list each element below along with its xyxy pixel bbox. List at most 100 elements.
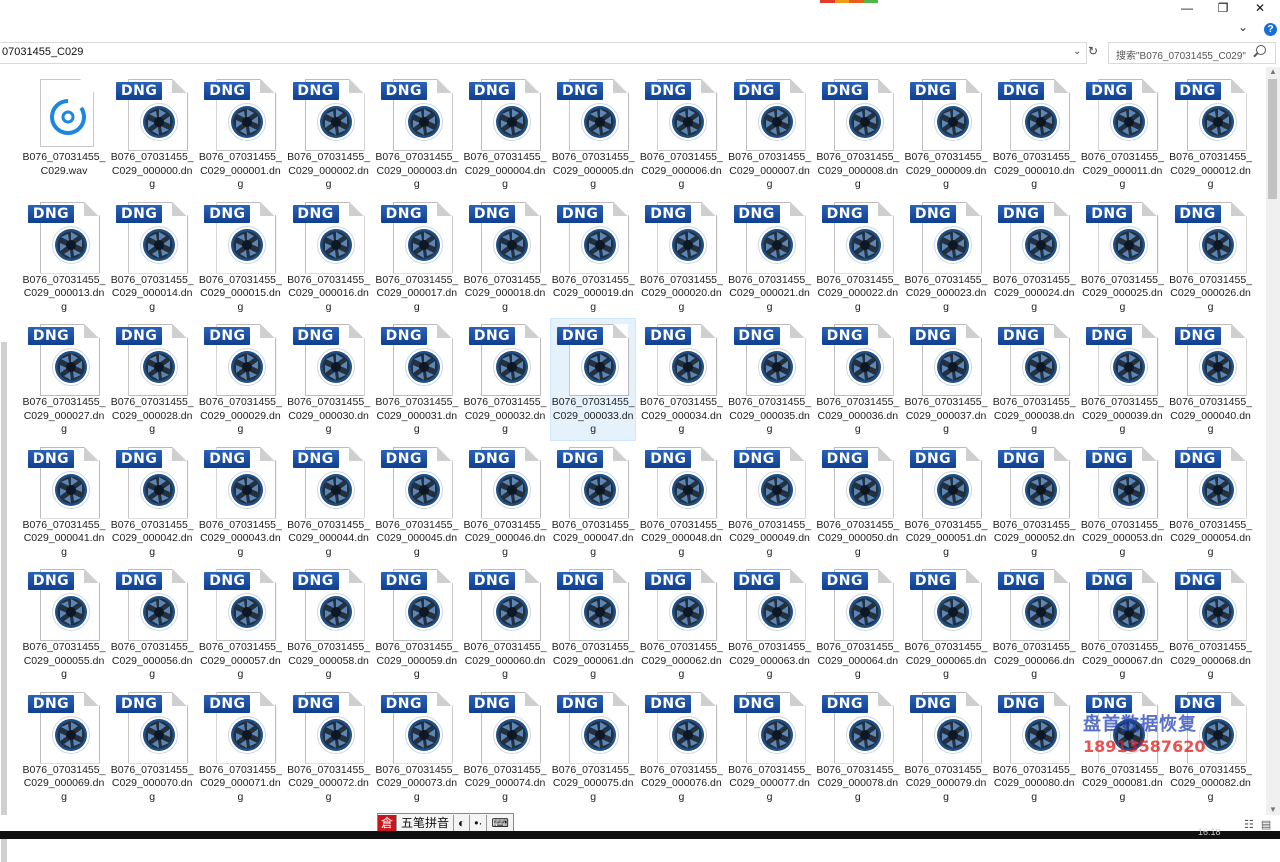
file-item[interactable]: DNG B076_07031455_C029_000067.dng [1080, 564, 1164, 685]
address-path[interactable]: 07031455_C029 [2, 46, 83, 58]
file-item[interactable]: DNG B076_07031455_C029_000046.dng [463, 442, 547, 563]
search-box[interactable]: 搜索"B076_07031455_C029" [1108, 42, 1276, 64]
file-item[interactable]: DNG B076_07031455_C029_000026.dng [1169, 197, 1253, 318]
file-item[interactable]: DNG B076_07031455_C029_000080.dng [992, 687, 1076, 808]
file-item[interactable]: DNG B076_07031455_C029_000044.dng [287, 442, 371, 563]
file-item[interactable]: DNG B076_07031455_C029_000054.dng [1169, 442, 1253, 563]
file-item[interactable]: DNG B076_07031455_C029_000069.dng [22, 687, 106, 808]
file-item[interactable]: DNG B076_07031455_C029_000027.dng [22, 319, 106, 440]
file-item[interactable]: DNG B076_07031455_C029_000002.dng [287, 74, 371, 195]
file-item[interactable]: DNG B076_07031455_C029_000068.dng [1169, 564, 1253, 685]
file-item[interactable]: DNG B076_07031455_C029_000063.dng [728, 564, 812, 685]
file-item[interactable]: DNG B076_07031455_C029_000038.dng [992, 319, 1076, 440]
file-item[interactable]: DNG B076_07031455_C029_000004.dng [463, 74, 547, 195]
file-item[interactable]: DNG B076_07031455_C029_000074.dng [463, 687, 547, 808]
file-item[interactable]: B076_07031455_C029.wav [22, 74, 106, 195]
file-item[interactable]: DNG B076_07031455_C029_000023.dng [904, 197, 988, 318]
file-item[interactable]: DNG B076_07031455_C029_000047.dng [551, 442, 635, 563]
file-item[interactable]: DNG B076_07031455_C029_000048.dng [639, 442, 723, 563]
file-item[interactable]: DNG B076_07031455_C029_000006.dng [639, 74, 723, 195]
ime-moon-icon[interactable]: ◐ [453, 815, 469, 832]
file-item[interactable]: DNG B076_07031455_C029_000022.dng [816, 197, 900, 318]
address-bar[interactable]: 07031455_C029 ⌄ [0, 42, 1087, 64]
file-item[interactable]: DNG B076_07031455_C029_000065.dng [904, 564, 988, 685]
file-item[interactable]: DNG B076_07031455_C029_000052.dng [992, 442, 1076, 563]
navigation-scrollbar-thumb[interactable] [1, 342, 7, 862]
view-mode-icons[interactable]: ☷ ▤ [1244, 818, 1273, 831]
file-item[interactable]: DNG B076_07031455_C029_000043.dng [198, 442, 282, 563]
file-item[interactable]: DNG B076_07031455_C029_000076.dng [639, 687, 723, 808]
file-item[interactable]: DNG B076_07031455_C029_000058.dng [287, 564, 371, 685]
file-item[interactable]: DNG B076_07031455_C029_000033.dng [550, 318, 637, 441]
file-item[interactable]: DNG B076_07031455_C029_000037.dng [904, 319, 988, 440]
file-item[interactable]: DNG B076_07031455_C029_000001.dng [198, 74, 282, 195]
help-icon[interactable]: ? [1264, 23, 1277, 36]
close-button[interactable]: ✕ [1243, 0, 1277, 18]
file-item[interactable]: DNG B076_07031455_C029_000011.dng [1080, 74, 1164, 195]
file-item[interactable]: DNG B076_07031455_C029_000005.dng [551, 74, 635, 195]
file-item[interactable]: DNG B076_07031455_C029_000018.dng [463, 197, 547, 318]
file-item[interactable]: DNG B076_07031455_C029_000029.dng [198, 319, 282, 440]
file-item[interactable]: DNG B076_07031455_C029_000039.dng [1080, 319, 1164, 440]
ime-keyboard-icon[interactable]: ⌨ [486, 815, 512, 832]
file-item[interactable]: DNG B076_07031455_C029_000060.dng [463, 564, 547, 685]
file-item[interactable]: DNG B076_07031455_C029_000000.dng [110, 74, 194, 195]
file-item[interactable]: DNG B076_07031455_C029_000008.dng [816, 74, 900, 195]
file-item[interactable]: DNG B076_07031455_C029_000079.dng [904, 687, 988, 808]
file-item[interactable]: DNG B076_07031455_C029_000009.dng [904, 74, 988, 195]
file-item[interactable]: DNG B076_07031455_C029_000072.dng [287, 687, 371, 808]
file-item[interactable]: DNG B076_07031455_C029_000030.dng [287, 319, 371, 440]
file-item[interactable]: DNG B076_07031455_C029_000032.dng [463, 319, 547, 440]
ribbon-expand-icon[interactable]: ⌄ [1238, 20, 1248, 34]
ime-logo-icon[interactable]: 倉 [378, 815, 396, 832]
scrollbar-thumb[interactable] [1268, 79, 1277, 199]
file-item[interactable]: DNG B076_07031455_C029_000010.dng [992, 74, 1076, 195]
file-item[interactable]: DNG B076_07031455_C029_000014.dng [110, 197, 194, 318]
file-item[interactable]: DNG B076_07031455_C029_000050.dng [816, 442, 900, 563]
scroll-up-icon[interactable]: ▲ [1269, 67, 1277, 76]
file-item[interactable]: DNG B076_07031455_C029_000056.dng [110, 564, 194, 685]
file-item[interactable]: DNG B076_07031455_C029_000028.dng [110, 319, 194, 440]
file-item[interactable]: DNG B076_07031455_C029_000035.dng [728, 319, 812, 440]
maximize-button[interactable]: ❐ [1206, 0, 1240, 18]
file-item[interactable]: DNG B076_07031455_C029_000020.dng [639, 197, 723, 318]
search-icon[interactable] [1256, 45, 1266, 55]
file-item[interactable]: DNG B076_07031455_C029_000077.dng [728, 687, 812, 808]
file-item[interactable]: DNG B076_07031455_C029_000013.dng [22, 197, 106, 318]
file-item[interactable]: DNG B076_07031455_C029_000015.dng [198, 197, 282, 318]
file-item[interactable]: DNG B076_07031455_C029_000075.dng [551, 687, 635, 808]
file-item[interactable]: DNG B076_07031455_C029_000012.dng [1169, 74, 1253, 195]
file-item[interactable]: DNG B076_07031455_C029_000051.dng [904, 442, 988, 563]
file-item[interactable]: DNG B076_07031455_C029_000024.dng [992, 197, 1076, 318]
file-item[interactable]: DNG B076_07031455_C029_000045.dng [375, 442, 459, 563]
refresh-icon[interactable]: ↻ [1088, 44, 1098, 58]
file-item[interactable]: DNG B076_07031455_C029_000036.dng [816, 319, 900, 440]
search-input[interactable]: 搜索"B076_07031455_C029" [1116, 47, 1246, 62]
file-item[interactable]: DNG B076_07031455_C029_000078.dng [816, 687, 900, 808]
file-item[interactable]: DNG B076_07031455_C029_000071.dng [198, 687, 282, 808]
file-item[interactable]: DNG B076_07031455_C029_000062.dng [639, 564, 723, 685]
file-item[interactable]: DNG B076_07031455_C029_000049.dng [728, 442, 812, 563]
scroll-down-icon[interactable]: ▼ [1269, 805, 1277, 814]
file-item[interactable]: DNG B076_07031455_C029_000007.dng [728, 74, 812, 195]
minimize-button[interactable]: — [1170, 0, 1204, 18]
ime-punctuation-icon[interactable]: •· [469, 815, 486, 832]
address-dropdown-icon[interactable]: ⌄ [1073, 46, 1081, 57]
file-item[interactable]: DNG B076_07031455_C029_000070.dng [110, 687, 194, 808]
file-item[interactable]: DNG B076_07031455_C029_000003.dng [375, 74, 459, 195]
file-item[interactable]: DNG B076_07031455_C029_000021.dng [728, 197, 812, 318]
file-item[interactable]: DNG B076_07031455_C029_000031.dng [375, 319, 459, 440]
file-item[interactable]: DNG B076_07031455_C029_000066.dng [992, 564, 1076, 685]
vertical-scrollbar[interactable]: ▲ ▼ [1266, 67, 1280, 815]
file-item[interactable]: DNG B076_07031455_C029_000057.dng [198, 564, 282, 685]
file-item[interactable]: DNG B076_07031455_C029_000042.dng [110, 442, 194, 563]
file-item[interactable]: DNG B076_07031455_C029_000053.dng [1080, 442, 1164, 563]
file-item[interactable]: DNG B076_07031455_C029_000016.dng [287, 197, 371, 318]
file-item[interactable]: DNG B076_07031455_C029_000040.dng [1169, 319, 1253, 440]
file-item[interactable]: DNG B076_07031455_C029_000025.dng [1080, 197, 1164, 318]
file-item[interactable]: DNG B076_07031455_C029_000034.dng [639, 319, 723, 440]
file-item[interactable]: DNG B076_07031455_C029_000064.dng [816, 564, 900, 685]
file-item[interactable]: DNG B076_07031455_C029_000055.dng [22, 564, 106, 685]
file-item[interactable]: DNG B076_07031455_C029_000041.dng [22, 442, 106, 563]
file-item[interactable]: DNG B076_07031455_C029_000073.dng [375, 687, 459, 808]
